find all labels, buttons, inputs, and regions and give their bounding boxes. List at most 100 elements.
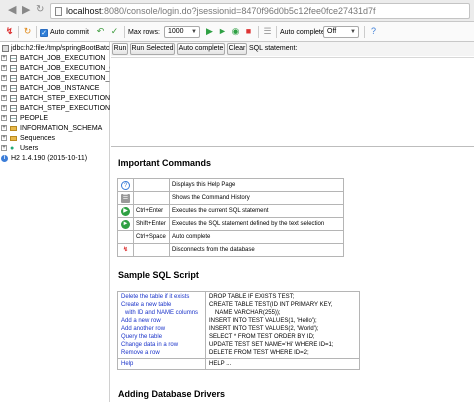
sample-link[interactable]: Remove a row xyxy=(121,349,202,357)
sample-code-line: SELECT * FROM TEST ORDER BY ID; xyxy=(209,334,315,340)
sequences-icon xyxy=(10,136,17,141)
sample-code-cell: DROP TABLE IF EXISTS TEST; CREATE TABLE … xyxy=(205,291,360,359)
sample-links-cell: Delete the table if it exists Create a n… xyxy=(117,291,206,359)
command-desc: Executes the current SQL statement xyxy=(169,204,344,218)
expand-icon[interactable]: + xyxy=(1,65,7,71)
command-desc: Displays this Help Page xyxy=(169,178,344,192)
sample-code-line: DROP TABLE IF EXISTS TEST; xyxy=(209,294,295,300)
expand-icon[interactable]: + xyxy=(1,125,7,131)
toolbar-separator xyxy=(36,26,37,38)
command-icon-cell: ▶ xyxy=(117,204,134,218)
disconnect-icon[interactable]: ↯ xyxy=(4,26,15,37)
run-button[interactable]: Run xyxy=(112,43,128,55)
expand-icon[interactable]: + xyxy=(1,75,7,81)
back-arrow-icon[interactable]: ◀ xyxy=(8,4,16,16)
stop-icon[interactable]: ■ xyxy=(243,26,254,37)
command-icon-cell: ☰ xyxy=(117,191,134,205)
rollback-icon[interactable]: ↶ xyxy=(95,26,106,37)
expand-icon[interactable]: + xyxy=(1,95,7,101)
max-rows-value: 1000 xyxy=(168,28,184,35)
sample-code-line: NAME VARCHAR(255)); xyxy=(215,310,281,316)
expand-icon[interactable]: + xyxy=(1,115,7,121)
run-selected-icon[interactable]: ► xyxy=(121,219,130,229)
database-icon xyxy=(2,45,9,52)
table-icon xyxy=(10,105,17,112)
tree-item[interactable]: + BATCH_JOB_EXECUTION_P xyxy=(0,74,110,83)
sample-code-line: INSERT INTO TEST VALUES(1, 'Hello'); xyxy=(209,318,317,324)
toolbar-separator xyxy=(276,26,277,38)
tree-connection[interactable]: jdbc:h2:file:/tmp/springBootBatch xyxy=(0,44,110,53)
command-key: Shift+Enter xyxy=(133,217,170,231)
run-icon[interactable]: ▶ xyxy=(204,26,215,37)
auto-complete-button[interactable]: Auto complete xyxy=(177,43,225,55)
help-icon[interactable]: ? xyxy=(121,180,130,190)
tree-item-label: Users xyxy=(20,145,39,152)
auto-commit-checkbox[interactable]: ✓ Auto commit xyxy=(40,26,89,39)
reload-icon[interactable]: ↻ xyxy=(36,4,44,16)
history-list-icon[interactable]: ☰ xyxy=(262,26,273,37)
sample-link[interactable]: Change data in a row xyxy=(121,341,202,349)
sample-link[interactable]: Add another row xyxy=(121,325,202,333)
command-desc: Disconnects from the database xyxy=(169,243,344,257)
help-link[interactable]: Help xyxy=(121,360,202,368)
clear-button[interactable]: Clear xyxy=(227,43,247,55)
adding-drivers-heading: Adding Database Drivers xyxy=(118,389,226,399)
expand-icon[interactable]: + xyxy=(1,135,7,141)
commit-icon[interactable]: ✓ xyxy=(109,26,120,37)
max-rows-select[interactable]: 1000 ▼ xyxy=(164,26,200,38)
table-icon xyxy=(10,65,17,72)
tree-item[interactable]: + BATCH_JOB_EXECUTION_C xyxy=(0,64,110,73)
auto-complete-label: Auto complete xyxy=(280,29,325,36)
command-row: Ctrl+Space Auto complete xyxy=(117,230,344,244)
tree-item[interactable]: + INFORMATION_SCHEMA xyxy=(0,124,110,133)
tree-item[interactable]: + ● Users xyxy=(0,144,110,153)
table-icon xyxy=(10,85,17,92)
toolbar-separator xyxy=(364,26,365,38)
sample-code-line: UPDATE TEST SET NAME='Hi' WHERE ID=1; xyxy=(209,342,334,348)
tree-item[interactable]: + BATCH_STEP_EXECUTION xyxy=(0,94,110,103)
toolbar-separator xyxy=(18,26,19,38)
tree-item[interactable]: + BATCH_JOB_INSTANCE xyxy=(0,84,110,93)
expand-icon[interactable]: + xyxy=(1,145,7,151)
command-key xyxy=(133,178,170,192)
auto-commit-label: Auto commit xyxy=(50,29,89,36)
command-icon-cell: ► xyxy=(117,217,134,231)
run-selected-icon[interactable]: ► xyxy=(217,26,228,37)
disconnect-icon[interactable]: ↯ xyxy=(121,245,130,255)
expand-icon[interactable]: + xyxy=(1,105,7,111)
refresh-icon[interactable]: ↻ xyxy=(22,26,33,37)
run-selected-button[interactable]: Run Selected xyxy=(130,43,175,55)
toolbar-separator xyxy=(124,26,125,38)
url-input[interactable]: localhost:8080/console/login.do?jsession… xyxy=(50,3,470,19)
command-key xyxy=(133,243,170,257)
schema-tree: jdbc:h2:file:/tmp/springBootBatch + BATCH… xyxy=(0,42,110,402)
command-row: ☰ Shows the Command History xyxy=(117,191,344,205)
tree-item[interactable]: + PEOPLE xyxy=(0,114,110,123)
command-row: ▶ Ctrl+Enter Executes the current SQL st… xyxy=(117,204,344,218)
sample-link[interactable]: Delete the table if it exists xyxy=(121,293,202,301)
history-icon[interactable]: ☰ xyxy=(121,193,130,203)
auto-complete-select[interactable]: Off ▼ xyxy=(323,26,359,38)
tree-item-label: PEOPLE xyxy=(20,115,49,122)
sql-editor[interactable] xyxy=(111,57,474,147)
sample-link[interactable]: Create a new table xyxy=(121,301,202,309)
auto-complete-value: Off xyxy=(327,28,337,35)
tree-item[interactable]: + BATCH_JOB_EXECUTION xyxy=(0,54,110,63)
run-icon[interactable]: ▶ xyxy=(121,206,130,216)
sample-link[interactable]: Add a new row xyxy=(121,317,202,325)
history-icon[interactable]: ◉ xyxy=(230,26,241,37)
sample-link[interactable]: with ID and NAME columns xyxy=(121,309,202,317)
sample-link[interactable]: Query the table xyxy=(121,333,202,341)
url-text: localhost:8080/console/login.do?jsession… xyxy=(66,6,376,17)
command-row: ► Shift+Enter Executes the SQL statement… xyxy=(117,217,344,231)
checkbox-checked-icon: ✓ xyxy=(40,29,48,37)
expand-icon[interactable]: + xyxy=(1,55,7,61)
tree-item[interactable]: + Sequences xyxy=(0,134,110,143)
table-icon xyxy=(10,95,17,102)
sql-button-bar: Run Run Selected Auto complete Clear SQL… xyxy=(111,42,474,56)
tree-item[interactable]: + BATCH_STEP_EXECUTION_ xyxy=(0,104,110,113)
users-icon: ● xyxy=(10,145,15,152)
help-icon[interactable]: ? xyxy=(368,26,379,37)
expand-icon[interactable]: + xyxy=(1,85,7,91)
forward-arrow-icon[interactable]: ▶ xyxy=(22,4,30,16)
